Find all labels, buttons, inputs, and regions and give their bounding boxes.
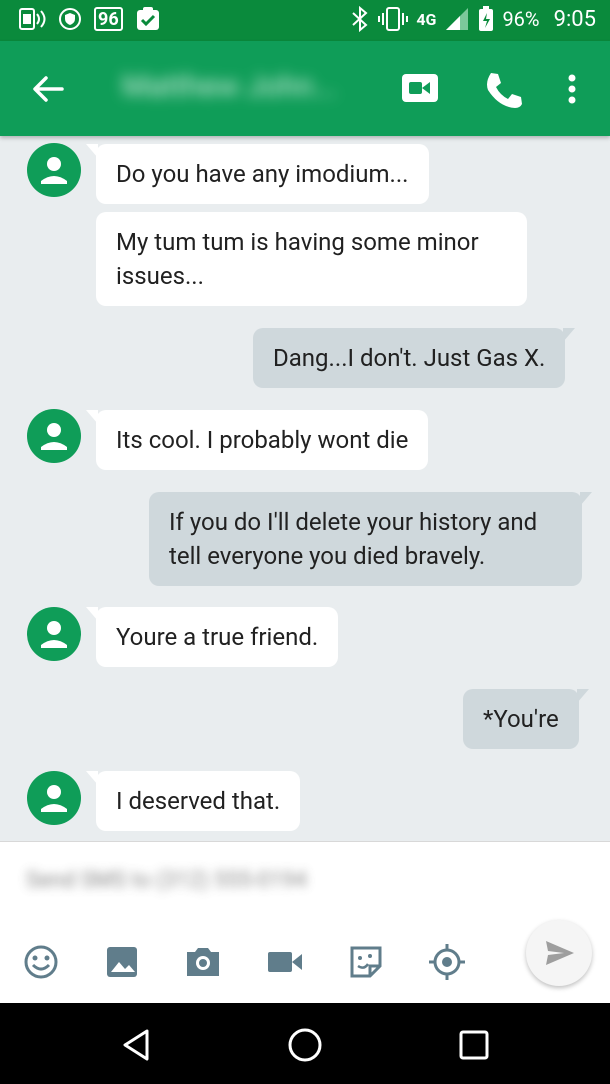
signal-icon bbox=[446, 8, 469, 30]
message-bubble-in[interactable]: Do you have any imodium... bbox=[86, 144, 429, 204]
back-arrow-icon[interactable] bbox=[28, 71, 68, 107]
status-bar: 96 4G 96% 9:05 bbox=[0, 0, 610, 41]
person-icon bbox=[41, 157, 67, 184]
shield-icon bbox=[59, 8, 81, 30]
vibrate-icon bbox=[378, 7, 409, 31]
notification-badge: 96 bbox=[94, 7, 123, 31]
message-thread[interactable]: Do you have any imodium... My tum tum is… bbox=[0, 136, 610, 841]
back-triangle-icon[interactable] bbox=[116, 1025, 156, 1065]
camera-icon[interactable] bbox=[183, 942, 223, 982]
contact-name[interactable]: Matthew John... bbox=[122, 69, 337, 104]
battery-icon bbox=[479, 6, 494, 31]
network-type: 4G bbox=[416, 9, 437, 29]
message-bubble-in[interactable]: I deserved that. bbox=[85, 771, 301, 831]
bluetooth-icon bbox=[352, 6, 368, 32]
contact-avatar[interactable] bbox=[27, 409, 81, 463]
image-icon[interactable] bbox=[102, 942, 142, 982]
sticker-icon[interactable] bbox=[346, 942, 386, 982]
clock: 9:05 bbox=[553, 6, 596, 32]
more-vert-icon[interactable] bbox=[560, 69, 584, 109]
message-bubble-out[interactable]: Dang...I don't. Just Gas X. bbox=[253, 328, 576, 388]
app-bar: Matthew John... bbox=[0, 41, 610, 136]
video-icon[interactable] bbox=[265, 942, 305, 982]
person-icon bbox=[41, 621, 67, 648]
navigation-bar bbox=[0, 1003, 610, 1084]
contact-avatar[interactable] bbox=[27, 607, 81, 661]
home-circle-icon[interactable] bbox=[285, 1025, 325, 1065]
emoji-icon[interactable] bbox=[21, 942, 61, 982]
location-icon[interactable] bbox=[427, 942, 467, 982]
message-bubble-in[interactable]: Youre a true friend. bbox=[85, 607, 339, 667]
video-call-icon[interactable] bbox=[400, 71, 440, 105]
battery-percent: 96% bbox=[502, 7, 540, 31]
sim-icon bbox=[19, 8, 46, 30]
send-button[interactable] bbox=[526, 920, 592, 986]
compose-area: Send SMS to (312) 555-0194 bbox=[0, 841, 610, 1004]
message-bubble-in[interactable]: My tum tum is having some minor issues..… bbox=[96, 212, 527, 306]
check-clipboard-icon bbox=[136, 7, 159, 30]
person-icon bbox=[41, 785, 67, 812]
compose-toolbar bbox=[0, 942, 610, 986]
message-bubble-out[interactable]: *You're bbox=[463, 689, 589, 749]
contact-avatar[interactable] bbox=[27, 143, 81, 197]
message-input[interactable]: Send SMS to (312) 555-0194 bbox=[26, 868, 307, 893]
message-bubble-out[interactable]: If you do I'll delete your history and t… bbox=[149, 492, 592, 586]
recents-square-icon[interactable] bbox=[454, 1025, 494, 1065]
message-bubble-in[interactable]: Its cool. I probably wont die bbox=[85, 410, 429, 470]
contact-avatar[interactable] bbox=[27, 771, 81, 825]
send-icon bbox=[546, 941, 574, 965]
phone-icon[interactable] bbox=[482, 69, 522, 109]
person-icon bbox=[41, 423, 67, 450]
